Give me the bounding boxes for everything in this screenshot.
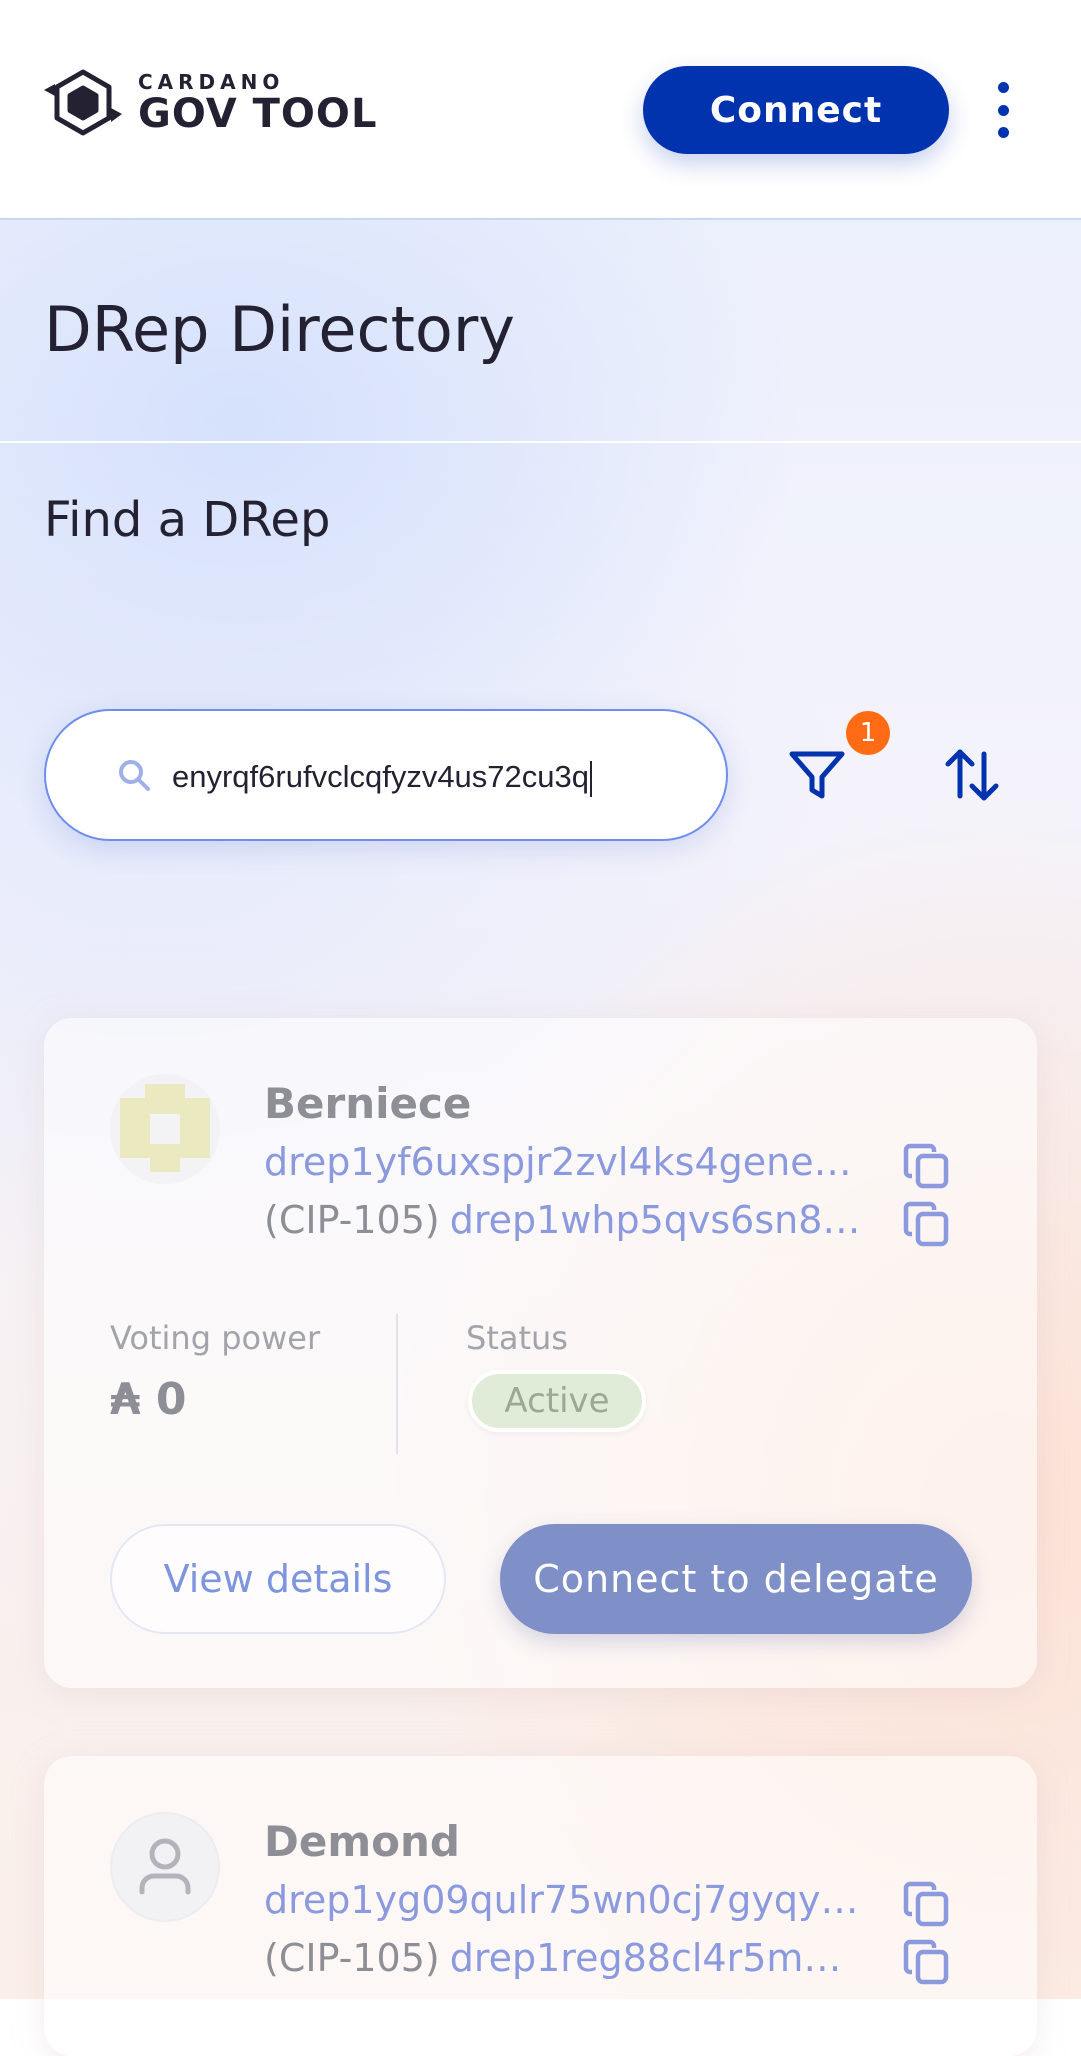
copy-icon[interactable] [902,1878,952,1930]
app-logo[interactable]: CARDANO GOV TOOL [42,66,377,140]
drep-avatar [110,1812,220,1922]
voting-power-label: Voting power [110,1319,321,1357]
top-bar: CARDANO GOV TOOL Connect [0,0,1081,220]
identicon-icon [110,1074,220,1184]
cip-label: (CIP-105) [264,1198,440,1242]
drep-avatar [110,1074,220,1184]
cip-105-id: drep1whp5qvs6sn8… [449,1198,861,1242]
connect-wallet-button[interactable]: Connect [643,66,949,154]
logo-text-gov-tool: GOV TOOL [138,91,378,137]
status-label: Status [466,1319,568,1357]
drep-id: drep1yg09qulr75wn0cj7gyqy… [264,1878,859,1922]
drep-id: drep1yf6uxspjr2zvl4ks4gene… [264,1140,852,1184]
search-input[interactable]: enyrqf6rufvclcqfyzv4us72cu3q [172,755,702,799]
search-icon [119,760,150,791]
menu-dot [997,127,1009,138]
drep-name: Demond [264,1817,460,1866]
gov-tool-logo-icon [44,69,122,136]
sort-icon[interactable] [942,744,1002,806]
user-icon [139,1838,191,1895]
cip-105-row: (CIP-105) drep1whp5qvs6sn8… [264,1194,884,1246]
menu-dot [997,82,1009,93]
copy-icon[interactable] [902,1198,952,1250]
drep-name: Berniece [264,1079,472,1128]
more-vertical-icon[interactable] [988,82,1018,138]
menu-dot [997,104,1009,116]
logo-text-cardano: CARDANO [138,70,285,94]
filter-count-badge: 1 [846,711,890,755]
copy-icon[interactable] [902,1936,952,1988]
cip-105-id: drep1reg88cl4r5m… [449,1936,842,1980]
section-title: Find a DRep [44,492,331,548]
filter-icon[interactable] [786,744,848,806]
cip-label: (CIP-105) [264,1936,440,1980]
search-field[interactable]: enyrqf6rufvclcqfyzv4us72cu3q [44,709,728,841]
view-details-button[interactable]: View details [110,1524,446,1634]
drep-card: Berniece drep1yf6uxspjr2zvl4ks4gene… (CI… [44,1018,1037,1688]
text-caret [590,760,593,797]
drep-card: Demond drep1yg09qulr75wn0cj7gyqy… (CIP-1… [44,1756,1037,2056]
stats-divider [396,1314,398,1454]
cip-105-row: (CIP-105) drep1reg88cl4r5m… [264,1932,884,1984]
copy-icon[interactable] [902,1140,952,1192]
status-badge: Active [468,1370,646,1432]
voting-power-value: ₳ 0 [110,1374,187,1425]
connect-to-delegate-button[interactable]: Connect to delegate [500,1524,972,1634]
page-title: DRep Directory [44,293,515,366]
search-input-value: enyrqf6rufvclcqfyzv4us72cu3q [172,759,590,794]
